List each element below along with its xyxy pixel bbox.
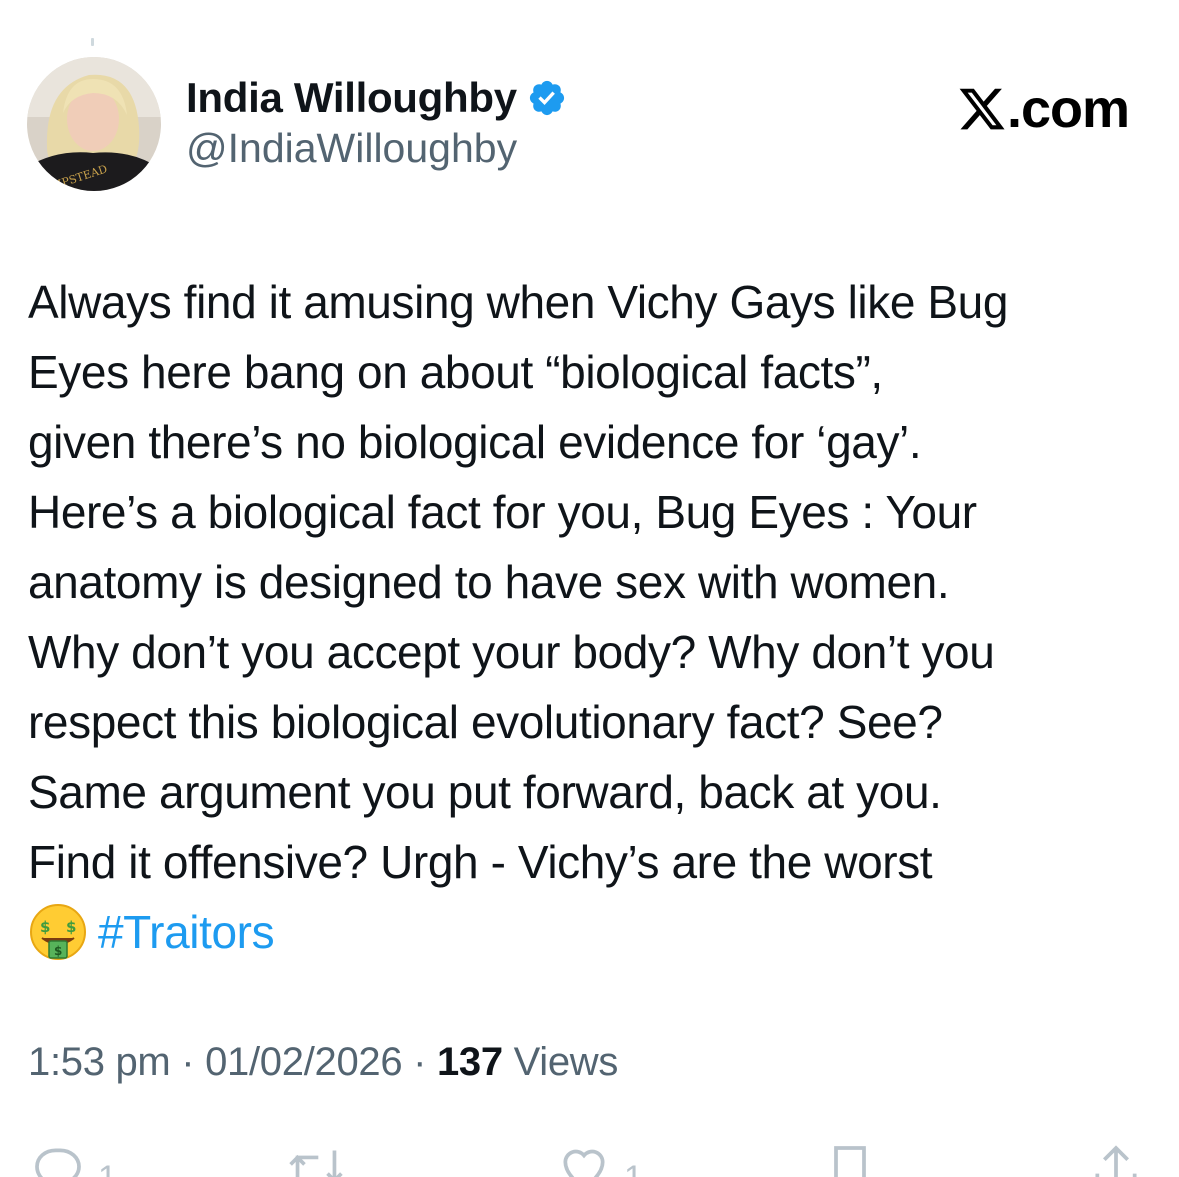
heart-icon [563, 1149, 605, 1177]
tweet-line: Here’s a biological fact for you, Bug Ey… [28, 486, 977, 538]
tweet-date[interactable]: 01/02/2026 [205, 1040, 403, 1084]
tweet-line-last: $ $ $ #Traitors [28, 897, 1153, 967]
reply-icon [35, 1148, 81, 1177]
share-icon [1095, 1145, 1137, 1177]
tweet-line: Always find it amusing when Vichy Gays l… [28, 276, 1009, 328]
avatar[interactable]: HAMPSTEAD [27, 57, 161, 191]
tweet-line: Eyes here bang on about “biological fact… [28, 346, 883, 398]
repost-icon [289, 1150, 343, 1177]
tweet-line: anatomy is designed to have sex with wom… [28, 556, 950, 608]
views-label: Views [502, 1040, 619, 1084]
share-button[interactable] [1088, 1141, 1144, 1177]
tweet-line: respect this biological evolutionary fac… [28, 696, 943, 748]
tweet-line: Same argument you put forward, back at y… [28, 766, 942, 818]
avatar-photo: HAMPSTEAD [27, 57, 161, 191]
status-indicator [91, 38, 94, 46]
author-name-row[interactable]: India Willoughby [186, 72, 567, 124]
svg-text:$: $ [54, 944, 62, 958]
like-count: 1 [624, 1159, 643, 1177]
tweet-action-bar: 1 1 [0, 1135, 1179, 1177]
views-count: 137 [436, 1040, 503, 1084]
reply-count: 1 [98, 1159, 117, 1177]
hashtag-link[interactable]: #Traitors [98, 906, 275, 958]
svg-text:$: $ [40, 918, 50, 936]
meta-separator: · [402, 1040, 437, 1084]
tweet-line: Find it offensive? Urgh - Vichy’s are th… [28, 836, 933, 888]
tweet-meta: 1:53 pm · 01/02/2026 · 137 Views [28, 1040, 618, 1085]
tweet-line: given there’s no biological evidence for… [28, 416, 922, 468]
brand-suffix: .com [1006, 79, 1130, 139]
bookmark-button[interactable] [822, 1141, 878, 1177]
like-button[interactable]: 1 [556, 1141, 643, 1177]
svg-text:$: $ [66, 918, 76, 936]
tweet-time[interactable]: 1:53 pm [28, 1040, 171, 1084]
bookmark-icon [834, 1146, 866, 1177]
x-brand: .com [957, 78, 1130, 140]
x-logo-icon [957, 84, 1007, 134]
money-mouth-face-icon: $ $ $ [28, 902, 88, 962]
display-name[interactable]: India Willoughby [186, 74, 517, 122]
author-handle[interactable]: @IndiaWilloughby [186, 125, 517, 172]
verified-badge-icon[interactable] [527, 78, 567, 118]
repost-button[interactable] [286, 1141, 346, 1177]
meta-separator: · [170, 1040, 206, 1084]
reply-button[interactable]: 1 [30, 1141, 117, 1177]
tweet-line: Why don’t you accept your body? Why don’… [28, 626, 995, 678]
tweet-text: Always find it amusing when Vichy Gays l… [28, 267, 1153, 967]
